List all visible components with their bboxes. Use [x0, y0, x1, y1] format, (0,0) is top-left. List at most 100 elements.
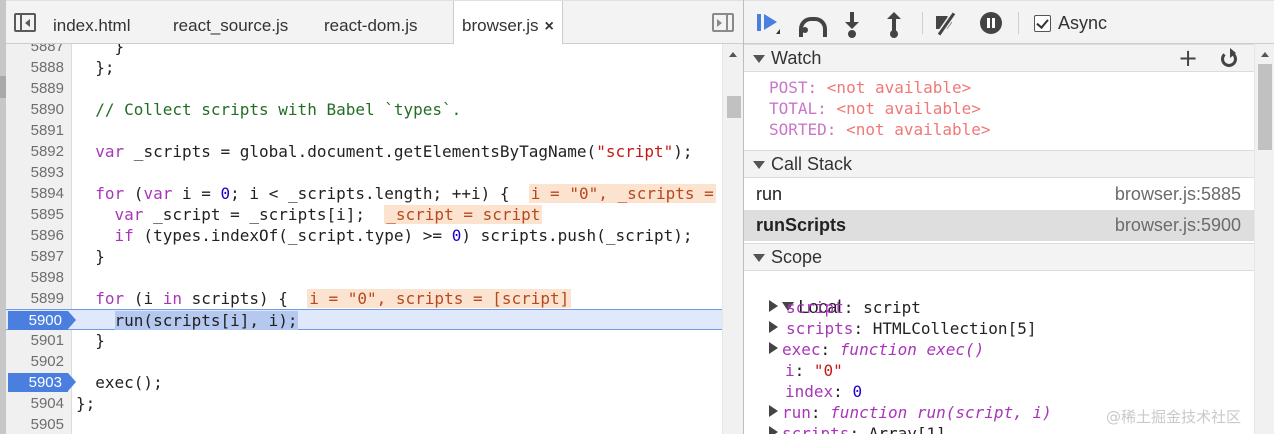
- code-line[interactable]: 5890 // Collect scripts with Babel `type…: [6, 99, 722, 120]
- variable-value: function exec(): [839, 340, 985, 359]
- tab-index-html[interactable]: index.html: [53, 1, 130, 44]
- code-line[interactable]: 5889: [6, 78, 722, 99]
- code-line[interactable]: 5904};: [6, 393, 722, 414]
- scope-variable[interactable]: scripts: Array[1]: [769, 423, 946, 434]
- expand-triangle-icon[interactable]: [769, 342, 778, 354]
- breakpoint-marker[interactable]: 5903: [8, 373, 76, 392]
- line-number[interactable]: 5897: [6, 246, 64, 267]
- line-number[interactable]: 5895: [6, 204, 64, 225]
- scope-variable[interactable]: i: "0": [785, 360, 843, 381]
- expand-triangle-icon[interactable]: [769, 405, 778, 417]
- code-line[interactable]: 5899 for (i in scripts) { i = "0", scrip…: [6, 288, 722, 309]
- scope-variable[interactable]: exec: function exec(): [769, 339, 984, 360]
- step-into-button[interactable]: [840, 11, 866, 38]
- code-line[interactable]: 5893: [6, 162, 722, 183]
- line-number[interactable]: 5889: [6, 78, 64, 99]
- watch-expression[interactable]: POST: <not available>: [769, 77, 971, 98]
- code-line[interactable]: 5897 }: [6, 246, 722, 267]
- code-line[interactable]: 5887 }: [6, 44, 722, 57]
- scrollbar-thumb[interactable]: [727, 96, 741, 118]
- line-number[interactable]: 5890: [6, 99, 64, 120]
- code-editor[interactable]: 5887 } 5888 }; 5889 5890 // Collect scripts…: [6, 44, 722, 434]
- variable-value: 0: [852, 382, 863, 401]
- line-number[interactable]: 5887: [6, 44, 64, 57]
- source-tab-bar: index.html react_source.js react-dom.js …: [6, 0, 743, 45]
- expand-triangle-icon[interactable]: [769, 300, 778, 312]
- line-number[interactable]: 5898: [6, 267, 64, 288]
- watch-expression[interactable]: SORTED: <not available>: [769, 119, 991, 140]
- code-line[interactable]: 5898: [6, 267, 722, 288]
- scope-variable[interactable]: scripts: HTMLCollection[5]: [769, 318, 1036, 339]
- code-line[interactable]: 5901 }: [6, 330, 722, 351]
- separator: :: [794, 361, 814, 380]
- add-watch-icon[interactable]: +: [1178, 46, 1198, 70]
- line-number[interactable]: 5888: [6, 57, 64, 78]
- code-line[interactable]: 5888 };: [6, 57, 722, 78]
- variable-name: scripts: [786, 319, 854, 338]
- collapse-caret-icon[interactable]: [753, 161, 765, 169]
- code-line[interactable]: 5891: [6, 120, 722, 141]
- code-line[interactable]: 5905: [6, 414, 722, 434]
- tab-react-source-js[interactable]: react_source.js: [173, 1, 288, 44]
- code-line[interactable]: 5895 var _script = _scripts[i]; _script …: [6, 204, 722, 225]
- toggle-navigator-icon[interactable]: [14, 13, 36, 32]
- inline-value-preview: i = "0", _scripts =: [528, 184, 716, 203]
- sidebar-scrollbar[interactable]: [1254, 44, 1274, 434]
- expand-triangle-icon[interactable]: [769, 321, 778, 333]
- collapse-caret-icon[interactable]: [753, 254, 765, 262]
- line-number[interactable]: 5902: [6, 351, 64, 372]
- call-stack-header[interactable]: Call Stack: [744, 150, 1254, 178]
- line-number[interactable]: 5894: [6, 183, 64, 204]
- toggle-debugger-sidebar-icon[interactable]: [712, 13, 734, 32]
- watch-key: POST:: [769, 78, 827, 97]
- line-number[interactable]: 5901: [6, 330, 64, 351]
- code-text: if (types.indexOf(_script.type) >= 0) sc…: [114, 226, 693, 245]
- step-out-button[interactable]: [882, 11, 908, 38]
- line-number[interactable]: 5899: [6, 288, 64, 309]
- code-line[interactable]: 5903 exec();: [6, 372, 722, 393]
- line-number[interactable]: 5891: [6, 120, 64, 141]
- code-line[interactable]: 5902: [6, 351, 722, 372]
- scroll-up-icon[interactable]: [1261, 52, 1269, 57]
- watch-value: <not available>: [846, 120, 991, 139]
- tab-react-dom-js[interactable]: react-dom.js: [324, 1, 418, 44]
- code-line[interactable]: 5892 var _scripts = global.document.getE…: [6, 141, 722, 162]
- scope-header[interactable]: Scope: [744, 243, 1254, 271]
- watch-value: <not available>: [826, 78, 972, 97]
- line-number[interactable]: 5896: [6, 225, 64, 246]
- scope-variable[interactable]: run: function run(script, i): [769, 402, 1052, 423]
- async-label: Async: [1058, 13, 1108, 33]
- line-number[interactable]: 5905: [6, 414, 64, 434]
- code-line[interactable]: 5900 run(scripts[i], i);: [6, 309, 722, 330]
- line-number[interactable]: 5893: [6, 162, 64, 183]
- code-line[interactable]: 5894 for (var i = 0; i < _scripts.length…: [6, 183, 722, 204]
- scrollbar-thumb[interactable]: [1258, 64, 1272, 150]
- frame-location[interactable]: browser.js:5885: [1115, 179, 1241, 210]
- breakpoint-marker[interactable]: 5900: [8, 311, 76, 330]
- collapse-caret-icon[interactable]: [753, 55, 765, 63]
- deactivate-breakpoints-button[interactable]: [934, 11, 960, 35]
- scroll-up-icon[interactable]: [729, 52, 737, 57]
- editor-scrollbar[interactable]: [722, 44, 743, 434]
- resume-button[interactable]: [756, 11, 782, 35]
- variable-name: i: [785, 361, 795, 380]
- tab-browser-js[interactable]: browser.js ×: [453, 1, 563, 45]
- toolbar-separator: [1018, 12, 1019, 34]
- line-number[interactable]: 5892: [6, 141, 64, 162]
- async-checkbox[interactable]: [1034, 15, 1051, 32]
- watch-expression[interactable]: TOTAL: <not available>: [769, 98, 981, 119]
- call-frame[interactable]: runScripts browser.js:5900: [744, 210, 1254, 241]
- step-over-button[interactable]: [798, 11, 827, 37]
- line-number[interactable]: 5904: [6, 393, 64, 414]
- scope-variable[interactable]: script: script: [769, 297, 921, 318]
- pause-on-exceptions-button[interactable]: [979, 11, 1005, 35]
- frame-location[interactable]: browser.js:5900: [1115, 210, 1241, 241]
- scope-variable[interactable]: index: 0: [785, 381, 862, 402]
- call-frame[interactable]: run browser.js:5885: [744, 179, 1254, 210]
- refresh-watch-icon[interactable]: [1221, 48, 1237, 67]
- scope-local-group[interactable]: Local: [751, 276, 842, 317]
- close-tab-icon[interactable]: ×: [545, 18, 554, 35]
- code-line[interactable]: 5896 if (types.indexOf(_script.type) >= …: [6, 225, 722, 246]
- watch-header[interactable]: Watch +: [744, 44, 1254, 72]
- expand-triangle-icon[interactable]: [769, 426, 778, 434]
